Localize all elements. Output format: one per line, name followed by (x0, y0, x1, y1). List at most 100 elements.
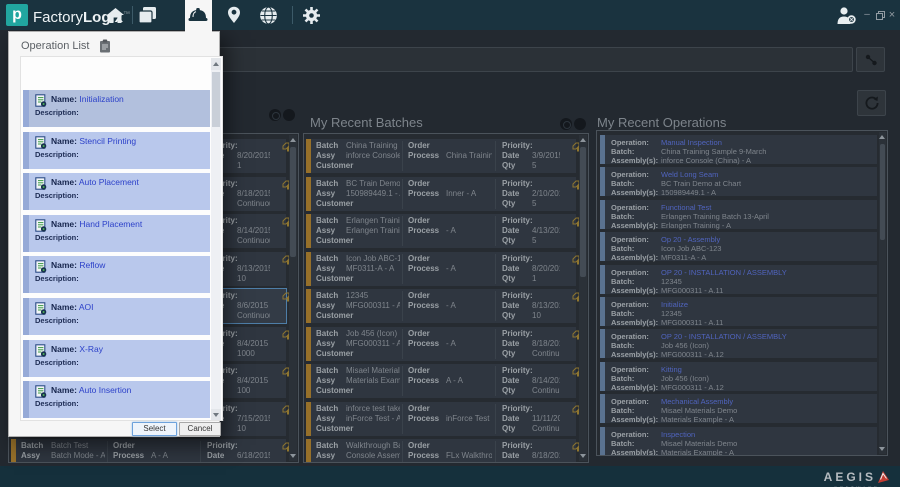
customer-label: Customer (316, 386, 354, 395)
batches-scrollbar[interactable] (579, 135, 587, 461)
operation-link[interactable]: OP 20 - INSTALLATION / ASSEMBLY (661, 268, 787, 277)
operation-link[interactable]: Weld Long Seam (661, 170, 718, 179)
operation-card[interactable]: Operation: Mechanical Assembly Batch: Misae… (600, 394, 877, 424)
share-dots-icon[interactable] (856, 47, 885, 72)
qty-label: Qty (502, 461, 532, 462)
operation-link[interactable]: Initialize (661, 300, 688, 309)
batch-card[interactable]: Batch Batch Test Assy Batch Mode - ACustome… (11, 439, 293, 462)
minimize-button[interactable]: – (860, 8, 874, 22)
date-value: 8/18/2015 (532, 338, 560, 348)
operation-link[interactable]: Inspection (661, 430, 695, 439)
operation-card[interactable]: Operation: Functional Test Batch: Erlangen … (600, 199, 877, 230)
qty-label: Qty (502, 161, 516, 170)
batch-card[interactable]: Batch Icon Job ABC-123 Assy MF0311-A - ACus… (306, 251, 583, 286)
description-label: Description: (35, 357, 79, 367)
operation-card[interactable]: Operation: Op 20 - Assembly Batch: Icon Job… (600, 232, 877, 262)
op-assembly-label: Assembly(s): (611, 318, 659, 327)
operation-link[interactable]: Kitting (661, 365, 682, 374)
operation-card[interactable]: Operation: OP 20 - INSTALLATION / ASSEMBL… (600, 264, 877, 295)
operation-card[interactable]: Operation: Kitting Batch: Job 456 (Icon) Ass… (600, 361, 877, 392)
assy-value: MF0311-A - A (346, 263, 395, 273)
operation-card[interactable]: Operation: OP 20 - INSTALLATION / ASSEMBL… (600, 329, 877, 359)
operation-name: Stencil Printing (79, 135, 137, 146)
operation-link[interactable]: Functional Test (661, 203, 711, 212)
operation-name: Hand Placement (79, 218, 143, 229)
customer-label: Customer (316, 161, 354, 170)
operation-card-stripe (600, 167, 605, 197)
order-label: Order (408, 366, 430, 375)
operation-card-stripe (600, 329, 605, 359)
panel-dot-icon[interactable] (574, 118, 586, 130)
operation-doc-icon (35, 94, 47, 107)
batch-card-stripe (306, 439, 311, 462)
operations-scrollbar[interactable] (879, 132, 886, 454)
batch-card[interactable]: Batch Walkthrough Batch Sam... Assy Console… (306, 439, 583, 462)
date-value: 8/14/2015 (532, 376, 560, 385)
batch-card[interactable]: Batch 12345 Assy MFG000311 - A.11Customer Or… (306, 289, 583, 323)
customer-label: Customer (316, 348, 354, 358)
op-batch-label: Batch: (611, 341, 635, 351)
batch-card[interactable]: Batch BC Train Demo at Chart Assy 150989449… (306, 176, 583, 211)
panel-gear-dot-icon[interactable] (269, 109, 281, 121)
operation-doc-icon (35, 302, 47, 315)
batch-card[interactable]: Batch Erlangen Training Batch 1... Assy Erl… (306, 214, 583, 248)
globe-icon[interactable] (254, 0, 282, 30)
operation-link[interactable]: OP 20 - INSTALLATION / ASSEMBLY (661, 332, 787, 341)
process-label: Process (408, 188, 440, 198)
hardhat-icon[interactable] (184, 0, 212, 30)
operation-list-item[interactable]: Name: Stencil Printing Description: (23, 131, 210, 169)
cancel-button[interactable]: Cancel (179, 422, 221, 436)
operation-doc-icon (35, 343, 47, 357)
gear-icon[interactable] (297, 0, 325, 30)
panel-dot-icon[interactable] (283, 109, 295, 121)
batch-card[interactable]: Batch China Training Sample 9-... Assy info… (306, 139, 583, 173)
priority-label: Priority: (502, 253, 533, 263)
operation-list-item[interactable]: Name: Hand Placement Description: (23, 214, 210, 252)
operation-list-item[interactable]: Name: AOI Description: (23, 298, 210, 335)
operation-card[interactable]: Operation: Initialize Batch: 12345 Assembly(… (600, 297, 877, 327)
order-label: Order (408, 253, 430, 263)
op-batch-value: China Training Sample 9-March (661, 147, 767, 156)
layers-icon[interactable] (133, 0, 161, 30)
home-icon[interactable] (101, 0, 129, 30)
qty-label: Qty (502, 198, 516, 208)
operation-list-item[interactable]: Name: Auto Insertion Description: (23, 381, 210, 419)
operation-label: Operation: (611, 170, 649, 180)
operation-link[interactable]: Op 20 - Assembly (661, 235, 720, 244)
user-icon[interactable] (834, 0, 858, 30)
operation-link[interactable]: Manual Inspection (661, 138, 722, 147)
operation-card[interactable]: Operation: Manual Inspection Batch: China T… (600, 135, 877, 165)
operation-list-item[interactable]: Name: X-Ray Description: (23, 339, 210, 377)
qty-label: Qty (502, 273, 516, 283)
operation-list-item[interactable]: Name: Auto Placement Description: (23, 173, 210, 211)
description-label: Description: (35, 316, 79, 325)
batch-card[interactable]: Batch inforce test take 2 Assy inForce Test… (306, 401, 583, 436)
batch-value: Icon Job ABC-123 (346, 253, 400, 263)
op-batch-label: Batch: (611, 147, 635, 156)
name-label: Name: (51, 385, 77, 396)
operation-card[interactable]: Operation: Inspection Batch: Misael Materia… (600, 426, 877, 455)
qty-value: 5 (532, 236, 537, 245)
operation-card[interactable]: Operation: Weld Long Seam Batch: BC Train D… (600, 167, 877, 197)
panel-gear-dot-icon[interactable] (560, 118, 572, 130)
select-button[interactable]: Select (132, 422, 177, 436)
location-pin-icon[interactable] (220, 0, 248, 30)
customer-label: Customer (316, 198, 354, 208)
date-value: 8/18/2014 (532, 451, 560, 460)
assy-value: MFG000311 - A.12 (346, 338, 400, 348)
close-button[interactable]: × (885, 8, 899, 22)
batch-value: Walkthrough Batch Sam... (346, 441, 400, 450)
date-value: 8/20/2015 (532, 263, 560, 273)
operation-list-item[interactable]: Name: Initialization Description: (23, 90, 210, 127)
qty-value: 1 (237, 161, 242, 170)
op-batch-value: BC Train Demo at Chart (661, 179, 742, 189)
description-label: Description: (35, 191, 79, 201)
left-scrollbar[interactable] (289, 135, 297, 461)
description-label: Description: (35, 274, 79, 284)
batch-card[interactable]: Batch Misael Materials Demo Assy Materials … (306, 364, 583, 398)
operation-link[interactable]: Mechanical Assembly (661, 397, 733, 406)
refresh-icon[interactable] (857, 90, 886, 116)
popup-scrollbar[interactable] (211, 58, 221, 420)
batch-card[interactable]: BatchJob 456 (Icon)AssyMFG000311 - A.12C… (306, 326, 583, 361)
operation-list-item[interactable]: Name: Reflow Description: (23, 256, 210, 294)
